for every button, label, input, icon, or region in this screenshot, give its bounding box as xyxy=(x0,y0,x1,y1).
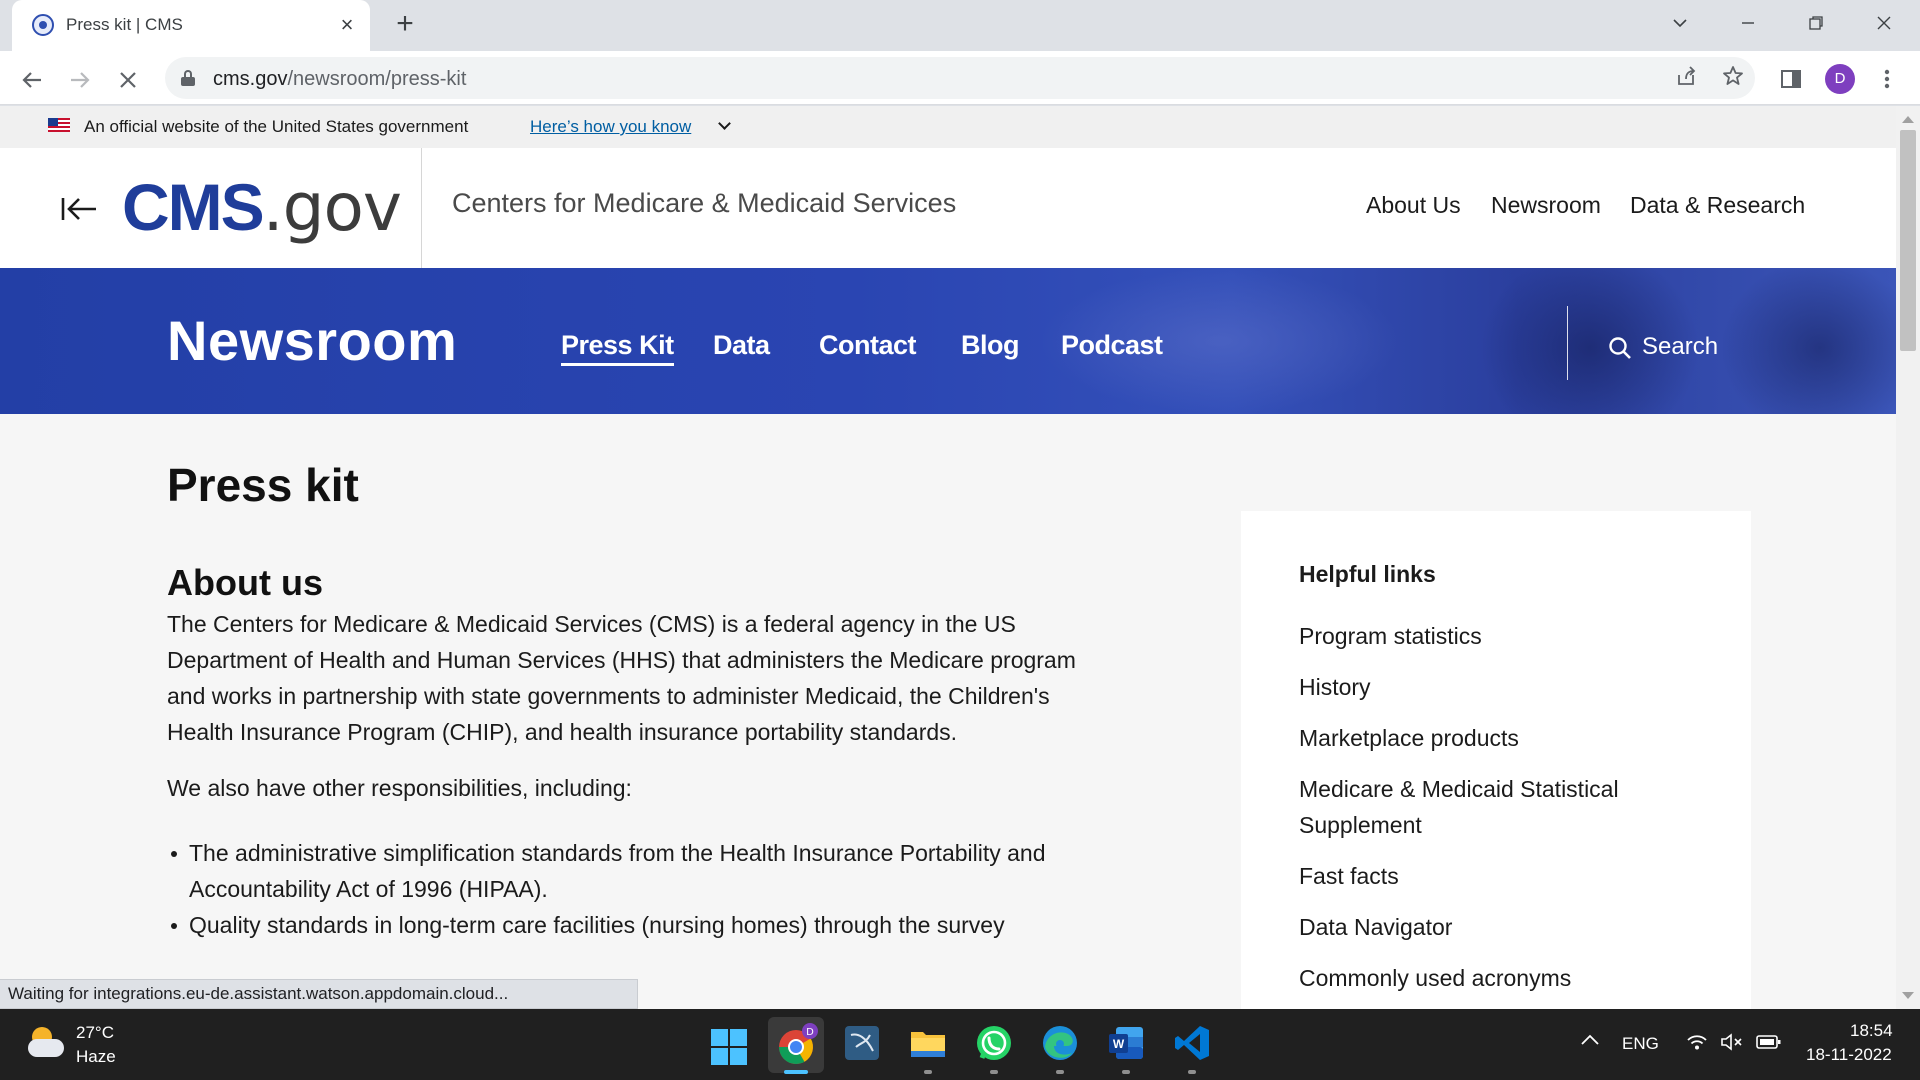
chrome-active-indicator xyxy=(784,1070,808,1074)
scroll-thumb[interactable] xyxy=(1900,130,1916,351)
nav-newsroom[interactable]: Newsroom xyxy=(1491,192,1601,219)
list-item: The administrative simplification standa… xyxy=(167,835,1087,907)
word-taskbar-icon[interactable]: W xyxy=(1106,1023,1146,1063)
edge-running-indicator xyxy=(1056,1070,1064,1074)
subnav-press-kit[interactable]: Press Kit xyxy=(561,330,674,366)
back-arrow-icon[interactable] xyxy=(14,60,50,96)
url-text[interactable]: cms.gov/newsroom/press-kit xyxy=(213,68,466,91)
tab-strip: Press kit | CMS × + xyxy=(0,0,1920,51)
restore-button[interactable] xyxy=(1782,0,1850,44)
bookmark-star-icon[interactable] xyxy=(1720,65,1746,91)
nav-data-research[interactable]: Data & Research xyxy=(1630,192,1805,219)
agency-name: Centers for Medicare & Medicaid Services xyxy=(452,188,957,218)
weather-cloud-icon[interactable] xyxy=(26,1025,66,1061)
site-header: CMS.gov Centers for Medicare & Medicaid … xyxy=(0,148,1896,268)
scroll-up-arrow-icon[interactable] xyxy=(1902,116,1914,123)
browser-tab[interactable]: Press kit | CMS × xyxy=(12,0,370,51)
file-explorer-taskbar-icon[interactable] xyxy=(908,1023,948,1063)
gov-banner-text: An official website of the United States… xyxy=(84,117,469,136)
about-paragraph: The Centers for Medicare & Medicaid Serv… xyxy=(167,611,1076,745)
whatsapp-running-indicator xyxy=(990,1070,998,1074)
search-icon[interactable] xyxy=(1608,336,1632,360)
language-indicator[interactable]: ENG xyxy=(1622,1034,1659,1054)
list-item-text: Quality standards in long-term care faci… xyxy=(189,912,1005,938)
edge-taskbar-icon[interactable] xyxy=(1040,1023,1080,1063)
scroll-down-arrow-icon[interactable] xyxy=(1902,992,1914,999)
link-acronyms[interactable]: Commonly used acronyms xyxy=(1299,960,1719,996)
how-you-know-link[interactable]: Here’s how you know xyxy=(530,117,691,137)
forward-arrow-icon[interactable] xyxy=(62,60,98,96)
taskbar: 27°C Haze D W ENG 18:54 18-11-2022 xyxy=(0,1009,1920,1080)
share-icon[interactable] xyxy=(1673,65,1699,91)
wifi-icon[interactable] xyxy=(1686,1033,1708,1056)
subnav-contact[interactable]: Contact xyxy=(819,330,917,361)
link-history[interactable]: History xyxy=(1299,669,1719,705)
link-fast-facts[interactable]: Fast facts xyxy=(1299,858,1719,894)
helpful-links-panel: Helpful links Program statistics History… xyxy=(1241,511,1751,1009)
search-divider xyxy=(1567,306,1568,380)
tab-close-icon[interactable]: × xyxy=(334,12,360,38)
main-content: Press kit About us The Centers for Medic… xyxy=(0,414,1896,1009)
svg-text:W: W xyxy=(1113,1037,1125,1051)
weather-description[interactable]: Haze xyxy=(76,1047,116,1067)
tab-title: Press kit | CMS xyxy=(66,15,183,34)
helpful-links-title: Helpful links xyxy=(1299,561,1436,587)
link-marketplace-products[interactable]: Marketplace products xyxy=(1299,720,1719,756)
close-window-button[interactable] xyxy=(1850,0,1918,44)
vscode-taskbar-icon[interactable] xyxy=(1172,1023,1212,1063)
section-title-about-us: About us xyxy=(167,562,323,603)
windows-start-icon[interactable] xyxy=(711,1029,747,1065)
subnav-blog[interactable]: Blog xyxy=(961,330,1020,361)
new-tab-button[interactable]: + xyxy=(390,9,420,40)
nav-about-us[interactable]: About Us xyxy=(1366,192,1461,219)
svg-text:D: D xyxy=(806,1027,814,1038)
loading-status: Waiting for integrations.eu-de.assistant… xyxy=(0,979,638,1009)
collapse-arrow-icon[interactable] xyxy=(60,192,100,226)
side-panel-icon[interactable] xyxy=(1776,63,1806,93)
cms-logo[interactable]: CMS.gov xyxy=(122,172,402,243)
browser-menu-icon[interactable] xyxy=(1872,63,1902,93)
vscode-running-indicator xyxy=(1188,1070,1196,1074)
cms-favicon-icon xyxy=(32,14,54,36)
stop-loading-icon[interactable] xyxy=(110,60,146,96)
weather-temperature[interactable]: 27°C xyxy=(76,1023,114,1043)
gov-banner: An official website of the United States… xyxy=(0,106,1896,148)
list-item-text: The administrative simplification standa… xyxy=(189,840,1046,902)
sql-workbench-taskbar-icon[interactable] xyxy=(842,1023,882,1063)
minimize-button[interactable] xyxy=(1714,0,1782,44)
page-viewport: An official website of the United States… xyxy=(0,106,1896,1009)
battery-icon[interactable] xyxy=(1756,1034,1782,1055)
subnav-podcast[interactable]: Podcast xyxy=(1061,330,1163,361)
address-bar[interactable]: cms.gov/newsroom/press-kit xyxy=(165,57,1755,99)
search-button[interactable]: Search xyxy=(1642,333,1718,361)
subnav-data[interactable]: Data xyxy=(713,330,770,361)
browser-toolbar: cms.gov/newsroom/press-kit D xyxy=(0,51,1920,105)
chevron-down-icon[interactable] xyxy=(718,117,731,130)
tab-search-icon[interactable] xyxy=(1646,0,1714,44)
page-scrollbar[interactable] xyxy=(1896,106,1920,1009)
newsroom-banner: Newsroom Press Kit Data Contact Blog Pod… xyxy=(0,268,1896,414)
responsibilities-intro: We also have other responsibilities, inc… xyxy=(167,775,632,801)
header-divider xyxy=(421,148,422,268)
clock-time[interactable]: 18:54 xyxy=(1850,1021,1893,1041)
profile-avatar[interactable]: D xyxy=(1825,64,1855,94)
link-data-navigator[interactable]: Data Navigator xyxy=(1299,909,1719,945)
word-running-indicator xyxy=(1122,1070,1130,1074)
chrome-taskbar-icon[interactable]: D xyxy=(768,1017,824,1073)
link-statistical-supplement[interactable]: Medicare & Medicaid Statistical Suppleme… xyxy=(1299,771,1719,843)
explorer-running-indicator xyxy=(924,1070,932,1074)
lock-icon[interactable] xyxy=(181,70,195,86)
speaker-muted-icon[interactable] xyxy=(1720,1033,1744,1056)
link-program-statistics[interactable]: Program statistics xyxy=(1299,618,1719,654)
newsroom-title[interactable]: Newsroom xyxy=(167,308,457,373)
page-title: Press kit xyxy=(167,459,359,511)
us-flag-icon xyxy=(48,118,70,132)
whatsapp-taskbar-icon[interactable] xyxy=(974,1023,1014,1063)
list-item: Quality standards in long-term care faci… xyxy=(167,907,1087,943)
clock-date[interactable]: 18-11-2022 xyxy=(1806,1045,1892,1065)
tray-expand-icon[interactable] xyxy=(1580,1031,1600,1051)
